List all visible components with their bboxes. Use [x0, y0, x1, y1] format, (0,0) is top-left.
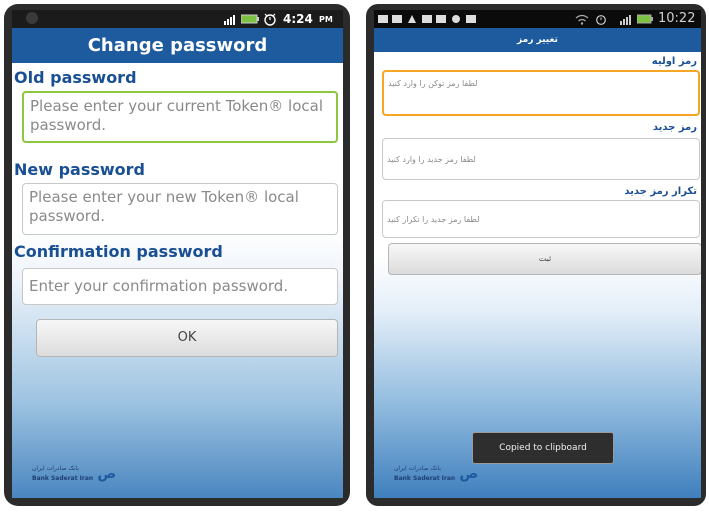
battery-icon — [637, 14, 653, 24]
confirm-password-input[interactable]: Enter your confirmation password. — [22, 268, 338, 305]
new-password-input[interactable]: لطفا رمز جدید را وارد کنید — [382, 138, 700, 180]
status-time: 10:22 — [658, 11, 696, 26]
bank-logo-icon: ص — [97, 466, 117, 482]
bank-logo-text-en: Bank Saderat Iran — [394, 475, 456, 482]
bank-logo: بانک صادرات ایران Bank Saderat Iran ص — [394, 464, 478, 484]
signal-icon — [224, 15, 235, 25]
old-password-label: Old password — [14, 68, 137, 87]
status-bar: 4:24 PM — [12, 10, 343, 28]
copied-toast: Copied to clipboard — [472, 432, 614, 464]
ok-button[interactable]: OK — [36, 319, 338, 357]
confirm-password-input[interactable]: لطفا رمز جدید را تکرار کنید — [382, 200, 700, 238]
alarm-icon — [264, 13, 276, 26]
phone-persian: 10:22 تغییر رمز رمز اولیه لطفا رمز توکن … — [366, 4, 706, 506]
status-bar: 10:22 — [374, 10, 701, 28]
new-password-input[interactable]: Please enter your new Token® local passw… — [22, 183, 338, 235]
phone-english: 4:24 PM Change password Old password Ple… — [4, 4, 350, 506]
alarm-icon — [596, 15, 606, 25]
confirm-password-label: تکرار رمز جدید — [624, 186, 697, 197]
old-password-label: رمز اولیه — [651, 56, 697, 67]
screen-english: 4:24 PM Change password Old password Ple… — [12, 10, 343, 498]
old-password-input[interactable]: لطفا رمز توکن را وارد کنید — [382, 70, 700, 116]
bank-logo-text-fa: بانک صادرات ایران — [394, 465, 441, 472]
wifi-icon — [575, 14, 589, 25]
new-password-label: New password — [14, 160, 146, 179]
signal-icon — [620, 15, 631, 25]
notification-icons — [378, 15, 476, 23]
page-title: تغییر رمز — [374, 28, 701, 52]
bank-logo-text-en: Bank Saderat Iran — [32, 475, 94, 482]
old-password-input[interactable]: Please enter your current Token® local p… — [22, 91, 338, 143]
bank-logo-icon: ص — [459, 466, 479, 482]
submit-button[interactable]: ثبت — [388, 243, 701, 275]
screen-persian: 10:22 تغییر رمز رمز اولیه لطفا رمز توکن … — [374, 10, 701, 498]
battery-icon — [241, 14, 259, 24]
confirm-password-label: Confirmation password — [14, 242, 223, 261]
status-time: 4:24 — [283, 12, 313, 26]
status-notification-icon — [26, 12, 38, 24]
bank-logo: بانک صادرات ایران Bank Saderat Iran ص — [32, 464, 116, 484]
new-password-label: رمز جدید — [652, 122, 697, 133]
page-title: Change password — [12, 28, 343, 63]
status-ampm: PM — [319, 15, 333, 24]
bank-logo-text-fa: بانک صادرات ایران — [32, 465, 79, 472]
